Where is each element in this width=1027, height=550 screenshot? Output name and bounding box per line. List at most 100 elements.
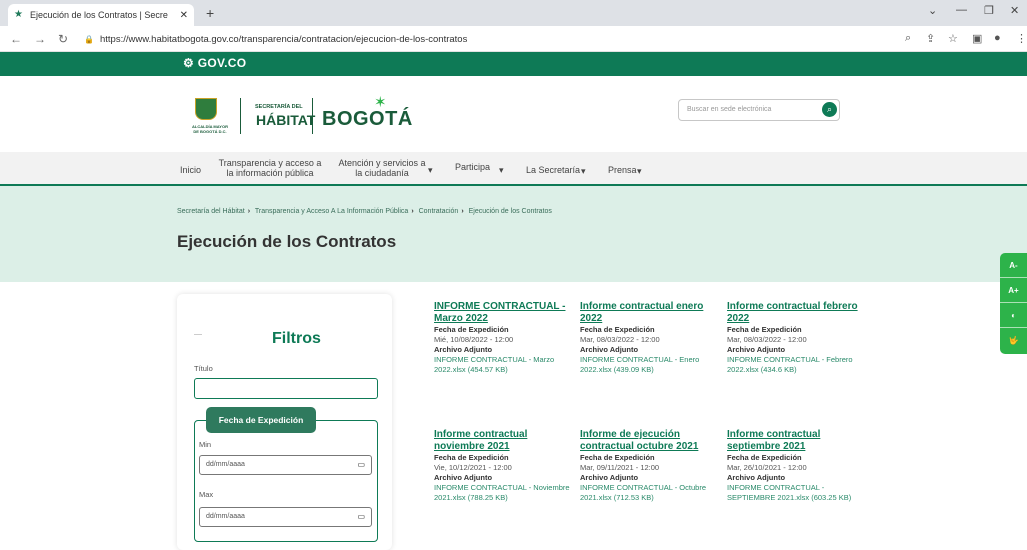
bogota-logo-text[interactable]: BOGOTÁ [322, 108, 413, 131]
gov-bar: ⚙ GOV.CO [0, 52, 1027, 76]
logo-divider-2 [312, 98, 313, 134]
calendar-icon[interactable]: ▭ [357, 512, 365, 521]
card-title-link[interactable]: Informe de ejecución contractual octubre… [580, 429, 720, 453]
share-icon[interactable]: ⇪ [926, 32, 935, 45]
menu-transparencia[interactable]: Transparencia y acceso a la información p… [217, 158, 323, 178]
back-icon[interactable]: ← [10, 32, 22, 46]
govco-logo[interactable]: ⚙ GOV.CO [183, 56, 246, 70]
url-field[interactable]: 🔒 https://www.habitatbogota.gov.co/trans… [84, 30, 904, 48]
increase-font-button[interactable]: A+ [1000, 278, 1027, 303]
sidepanel-icon[interactable]: ▣ [972, 32, 982, 45]
decrease-font-button[interactable]: A- [1000, 253, 1027, 278]
breadcrumb: Secretaría del Hábitat › Transparencia y … [177, 208, 552, 215]
bogota-star-icon: ✶ [374, 94, 387, 111]
breadcrumb-current: Ejecución de los Contratos [468, 208, 552, 215]
minimize-icon[interactable]: — [956, 4, 967, 16]
main-menu: Inicio Transparencia y acceso a la inform… [0, 152, 1027, 186]
archivo-label: Archivo Adjunto [434, 473, 493, 482]
card-file-link[interactable]: INFORME CONTRACTUAL - Marzo 2022.xlsx (4… [434, 355, 574, 375]
card-title-link[interactable]: INFORME CONTRACTUAL - Marzo 2022 [434, 301, 574, 325]
menu-inicio[interactable]: Inicio [180, 165, 201, 175]
chevron-down-icon: ▾ [637, 166, 642, 176]
card-date: Mar, 26/10/2021 - 12:00 [727, 463, 807, 472]
reload-icon[interactable]: ↻ [58, 32, 68, 46]
accessibility-panel: A- A+ ◐ 🤟 [1000, 253, 1027, 354]
logo-divider [240, 98, 241, 134]
breadcrumb-item[interactable]: Contratación [419, 208, 459, 215]
breadcrumb-item[interactable]: Secretaría del Hábitat [177, 208, 245, 215]
fecha-label: Fecha de Expedición [434, 325, 509, 334]
chevron-down-icon: ▾ [428, 165, 433, 175]
site-header: ALCALDÍA MAYOR DE BOGOTÁ D.C. SECRETARÍA… [0, 76, 1027, 152]
zoom-icon[interactable]: ⌕ [905, 32, 911, 45]
archivo-label: Archivo Adjunto [727, 345, 786, 354]
contract-card: Informe contractual septiembre 2021 Fech… [727, 429, 867, 503]
min-date-input[interactable]: dd/mm/aaaa ▭ [199, 455, 372, 475]
fecha-label: Fecha de Expedición [727, 453, 802, 462]
contrast-icon[interactable]: ◐ [1000, 303, 1027, 328]
collapse-dash [194, 334, 202, 335]
contract-card: Informe de ejecución contractual octubre… [580, 429, 720, 503]
card-date: Vie, 10/12/2021 - 12:00 [434, 463, 512, 472]
card-title-link[interactable]: Informe contractual septiembre 2021 [727, 429, 867, 453]
sign-language-icon[interactable]: 🤟 [1000, 328, 1027, 353]
browser-tab[interactable]: ★ Ejecución de los Contratos | Secre ✕ [8, 4, 194, 26]
menu-prensa[interactable]: Prensa [608, 165, 637, 175]
breadcrumb-separator-icon: › [247, 208, 251, 215]
card-file-link[interactable]: INFORME CONTRACTUAL - Octubre 2021.xlsx … [580, 483, 720, 503]
titulo-input[interactable] [194, 378, 378, 399]
tab-title: Ejecución de los Contratos | Secre [30, 10, 168, 20]
breadcrumb-item[interactable]: Transparencia y Acceso A La Información … [255, 208, 408, 215]
fecha-label: Fecha de Expedición [580, 325, 655, 334]
lock-icon: 🔒 [84, 34, 94, 44]
forward-icon[interactable]: → [34, 32, 46, 46]
contract-card: Informe contractual febrero 2022 Fecha d… [727, 301, 867, 375]
window-close-icon[interactable]: ✕ [1010, 4, 1019, 17]
min-label: Min [199, 440, 212, 449]
archivo-label: Archivo Adjunto [727, 473, 786, 482]
menu-participa[interactable]: Participa [455, 162, 490, 172]
chevron-down-icon: ▾ [499, 165, 504, 175]
filters-panel: Filtros Título Fecha de Expedición Min d… [177, 294, 392, 550]
fecha-expedicion-legend: Fecha de Expedición [206, 407, 316, 433]
card-date: Mar, 08/03/2022 - 12:00 [727, 335, 807, 344]
archivo-label: Archivo Adjunto [580, 473, 639, 482]
maximize-icon[interactable]: ❐ [984, 4, 994, 17]
bookmark-star-icon[interactable]: ☆ [948, 32, 958, 45]
card-file-link[interactable]: INFORME CONTRACTUAL - Noviembre 2021.xls… [434, 483, 574, 503]
breadcrumb-separator-icon: › [411, 208, 414, 215]
menu-secretaria[interactable]: La Secretaría [526, 165, 580, 175]
browser-tab-bar: ★ Ejecución de los Contratos | Secre ✕ +… [0, 0, 1027, 26]
card-title-link[interactable]: Informe contractual enero 2022 [580, 301, 720, 325]
fecha-label: Fecha de Expedición [580, 453, 655, 462]
calendar-icon[interactable]: ▭ [357, 460, 365, 469]
tab-close-icon[interactable]: ✕ [180, 10, 188, 21]
contract-card: INFORME CONTRACTUAL - Marzo 2022 Fecha d… [434, 301, 574, 375]
card-file-link[interactable]: INFORME CONTRACTUAL - Febrero 2022.xlsx … [727, 355, 867, 375]
menu-atencion[interactable]: Atención y servicios a la ciudadanía [336, 158, 428, 178]
card-file-link[interactable]: INFORME CONTRACTUAL - SEPTIEMBRE 2021.xl… [727, 483, 867, 503]
card-title-link[interactable]: Informe contractual noviembre 2021 [434, 429, 574, 453]
search-input[interactable]: Buscar en sede electrónica [678, 99, 840, 121]
max-label: Max [199, 490, 214, 499]
archivo-label: Archivo Adjunto [580, 345, 639, 354]
page-hero: Secretaría del Hábitat › Transparencia y … [0, 186, 1027, 282]
tab-search-icon[interactable]: ⌄ [928, 4, 937, 17]
fecha-label: Fecha de Expedición [727, 325, 802, 334]
address-bar: ← → ↻ 🔒 https://www.habitatbogota.gov.co… [0, 26, 1027, 52]
card-file-link[interactable]: INFORME CONTRACTUAL - Enero 2022.xlsx (4… [580, 355, 720, 375]
site-favicon-icon: ★ [14, 9, 23, 20]
contract-card: Informe contractual noviembre 2021 Fecha… [434, 429, 574, 503]
titulo-label: Título [194, 364, 213, 373]
card-date: Mié, 10/08/2022 - 12:00 [434, 335, 514, 344]
card-date: Mar, 09/11/2021 - 12:00 [580, 463, 660, 472]
search-icon[interactable]: ⌕ [822, 102, 837, 117]
profile-icon[interactable]: ● [994, 32, 1001, 44]
max-date-input[interactable]: dd/mm/aaaa ▭ [199, 507, 372, 527]
card-date: Mar, 08/03/2022 - 12:00 [580, 335, 660, 344]
filters-title: Filtros [272, 330, 321, 347]
card-title-link[interactable]: Informe contractual febrero 2022 [727, 301, 867, 325]
more-menu-icon[interactable]: ⋮ [1016, 32, 1027, 45]
fecha-label: Fecha de Expedición [434, 453, 509, 462]
new-tab-icon[interactable]: + [206, 5, 214, 21]
